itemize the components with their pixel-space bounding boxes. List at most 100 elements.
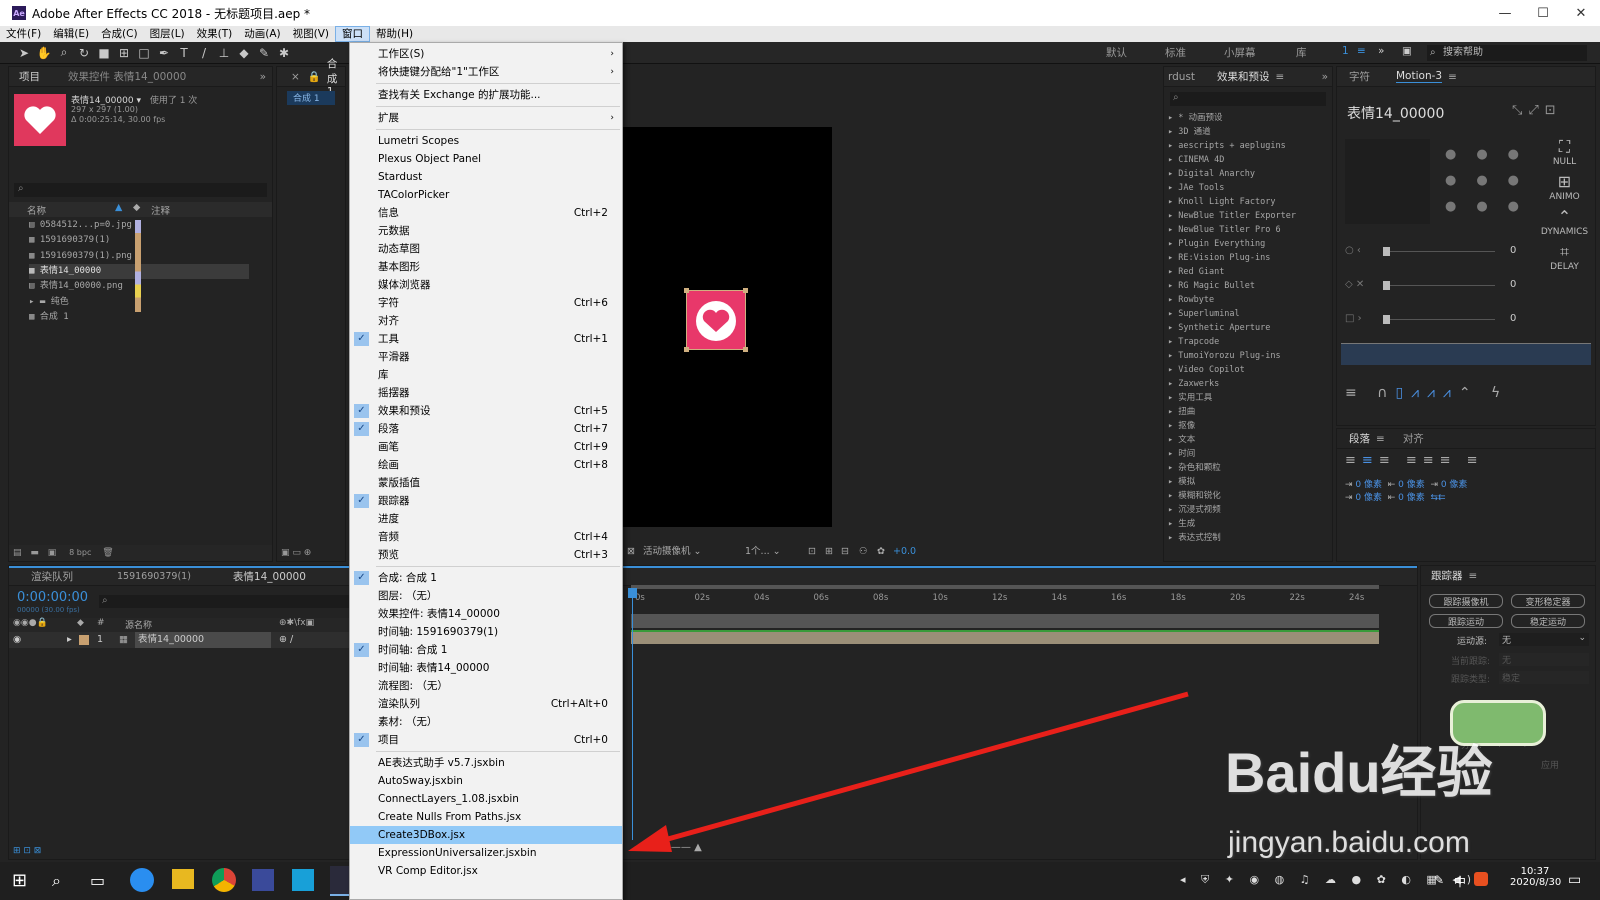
new-composition-icon[interactable]: ▣	[48, 548, 57, 558]
tab-timeline-1591690379[interactable]: 1591690379(1)	[117, 571, 191, 582]
effects-category-item[interactable]: ▸ Trapcode	[1164, 335, 1332, 349]
track-type-select[interactable]: 稳定	[1499, 671, 1589, 684]
file-explorer-icon[interactable]	[172, 869, 194, 889]
preview-icon[interactable]: ▣	[281, 548, 290, 558]
playhead-handle[interactable]	[628, 588, 637, 598]
effects-category-item[interactable]: ▸ 杂色和颗粒	[1164, 461, 1332, 475]
tab-align[interactable]: 对齐	[1403, 431, 1424, 446]
effects-category-item[interactable]: ▸ 沉浸式视频	[1164, 503, 1332, 517]
workspace-library[interactable]: 库	[1296, 45, 1307, 60]
menu-help[interactable]: 帮助(H)	[370, 26, 419, 42]
transform-handle[interactable]	[684, 288, 689, 293]
track-motion-button[interactable]: 跟踪运动	[1429, 614, 1503, 628]
effects-category-item[interactable]: ▸ RE:Vision Plug-ins	[1164, 251, 1332, 265]
workspace-small-screen[interactable]: 小屏幕	[1224, 45, 1256, 60]
window-menu-item[interactable]: ✓ 效果和预设 Ctrl+5	[350, 402, 622, 420]
effects-category-item[interactable]: ▸ 表达式控制	[1164, 531, 1332, 545]
effects-category-item[interactable]: ▸ NewBlue Titler Pro 6	[1164, 223, 1332, 237]
window-menu-item[interactable]: 渲染队列 Ctrl+Alt+0	[350, 695, 622, 713]
window-menu-item[interactable]: 绘画 Ctrl+8	[350, 456, 622, 474]
search-icon[interactable]: ⌕	[52, 871, 61, 891]
notification-icon[interactable]: ▭	[1568, 872, 1581, 888]
dynamics-button[interactable]: ⌃ DYNAMICS	[1537, 209, 1592, 238]
window-menu-item[interactable]: AE表达式助手 v5.7.jsxbin	[350, 754, 622, 772]
maximize-button[interactable]: ☐	[1524, 0, 1562, 26]
clone-stamp-tool-icon[interactable]: ⊥	[214, 44, 234, 62]
window-menu-item[interactable]: ✓ 项目 Ctrl+0	[350, 731, 622, 749]
type-tool-icon[interactable]: T	[174, 44, 194, 62]
more-workspaces-icon[interactable]: »	[1378, 45, 1384, 57]
effects-category-item[interactable]: ▸ 文本	[1164, 433, 1332, 447]
project-item[interactable]: ▦ 合成 1	[29, 310, 69, 325]
tab-effects-presets[interactable]: 效果和预设	[1217, 69, 1270, 84]
layer-switches[interactable]: ⊕ /	[279, 632, 293, 648]
tab-paragraph[interactable]: 段落	[1349, 431, 1370, 446]
window-menu-item[interactable]: VR Comp Editor.jsx	[350, 862, 622, 880]
slider-row[interactable]: ○ ‹ 0	[1345, 245, 1520, 259]
slider-row[interactable]: ◇ ✕ 0	[1345, 279, 1520, 293]
column-name[interactable]: 名称	[27, 203, 46, 217]
menu-animation[interactable]: 动画(A)	[238, 26, 286, 42]
window-menu-item[interactable]: 库	[350, 366, 622, 384]
column-source-name[interactable]: 源名称	[125, 618, 152, 631]
taskbar-clock[interactable]: 10:37 2020/8/30	[1510, 866, 1561, 888]
window-menu-item[interactable]: 时间轴: 1591690379(1)	[350, 623, 622, 641]
layer-label-color[interactable]	[79, 635, 89, 645]
ime-indicator[interactable]: 中	[1454, 873, 1466, 890]
window-menu-item[interactable]: AutoSway.jsxbin	[350, 772, 622, 790]
project-item[interactable]: ▤ 表情14_00000.png	[29, 279, 123, 294]
apply-button[interactable]: 应用	[1541, 758, 1559, 771]
tab-motion[interactable]: Motion-3	[1396, 70, 1443, 83]
menu-effect[interactable]: 效果(T)	[191, 26, 239, 42]
close-tab-icon[interactable]: ×	[291, 71, 300, 83]
panel-menu-icon[interactable]: ≡	[1376, 433, 1385, 445]
effects-category-item[interactable]: ▸ 扭曲	[1164, 405, 1332, 419]
window-menu-item[interactable]: 预览 Ctrl+3	[350, 546, 622, 564]
layer-name[interactable]: 表情14_00000	[135, 632, 271, 648]
transform-handle[interactable]	[743, 288, 748, 293]
project-item[interactable]: ▦ 1591690379(1).png	[29, 249, 132, 264]
pen-tool-icon[interactable]: ✒	[154, 44, 174, 62]
motion-curve-bar[interactable]	[1341, 343, 1591, 365]
effects-category-item[interactable]: ▸ Superluminal	[1164, 307, 1332, 321]
effects-category-item[interactable]: ▸ Rowbyte	[1164, 293, 1332, 307]
anchor-grid[interactable]: ●●● ●●● ●●●	[1445, 142, 1535, 222]
tab-render-queue[interactable]: 渲染队列	[31, 569, 73, 584]
effects-category-item[interactable]: ▸ 实用工具	[1164, 391, 1332, 405]
flowchart-icon[interactable]: ⚇	[859, 544, 868, 560]
window-menu-item[interactable]: 图层: （无）	[350, 587, 622, 605]
effects-category-item[interactable]: ▸ Digital Anarchy	[1164, 167, 1332, 181]
effects-category-item[interactable]: ▸ Plugin Everything	[1164, 237, 1332, 251]
effects-category-item[interactable]: ▸ Red Giant	[1164, 265, 1332, 279]
view-options-icon[interactable]: ⊕	[304, 548, 312, 558]
window-menu-item[interactable]: ✓ 合成: 合成 1	[350, 569, 622, 587]
motion-source-select[interactable]: 无 ⌄	[1499, 633, 1589, 646]
indent-fields[interactable]: ⇥ 0 像素 ⇤ 0 像素 ⇥ 0 像素 ⇥ 0 像素 ⇤ 0 像素 ⇆⇇	[1345, 477, 1467, 503]
puppet-tool-icon[interactable]: ✱	[274, 44, 294, 62]
window-menu-item[interactable]: 基本图形	[350, 258, 622, 276]
window-menu-item[interactable]: 扩展 ›	[350, 109, 622, 127]
effects-category-item[interactable]: ▸ aescripts + aeplugins	[1164, 139, 1332, 153]
label-icon[interactable]: ◆	[77, 618, 84, 628]
window-menu-item[interactable]: 元数据	[350, 222, 622, 240]
timeline-layer-row[interactable]: ◉ ▸ 1 ▦ 表情14_00000 ⊕ /	[9, 632, 349, 648]
window-menu-item[interactable]: 将快捷键分配给"1"工作区 ›	[350, 63, 622, 81]
motion-align-icons[interactable]: ⤡⤢⊡	[1512, 103, 1562, 118]
window-menu-item[interactable]: 蒙版插值	[350, 474, 622, 492]
roto-brush-tool-icon[interactable]: ✎	[254, 44, 274, 62]
show-snapshot-icon[interactable]: ⊟	[841, 544, 849, 560]
view-layout-select[interactable]: 1个... ⌄	[745, 544, 781, 560]
window-menu-item[interactable]: 对齐	[350, 312, 622, 330]
window-menu-item[interactable]: ✓ 时间轴: 合成 1	[350, 641, 622, 659]
slider-row[interactable]: □ › 0	[1345, 313, 1520, 327]
warp-stabilizer-button[interactable]: 变形稳定器	[1511, 594, 1585, 608]
camera-tool-icon[interactable]: ■	[94, 44, 114, 62]
rectangle-tool-icon[interactable]: □	[134, 44, 154, 62]
panel-menu-icon[interactable]: ≡	[1448, 71, 1457, 83]
expand-layer-icon[interactable]: ▸	[67, 632, 72, 648]
column-comment[interactable]: 注释	[151, 203, 170, 217]
window-menu-item[interactable]: 字符 Ctrl+6	[350, 294, 622, 312]
window-menu-item[interactable]: 进度	[350, 510, 622, 528]
window-menu-item[interactable]: 素材: （无）	[350, 713, 622, 731]
effects-category-item[interactable]: ▸ Zaxwerks	[1164, 377, 1332, 391]
